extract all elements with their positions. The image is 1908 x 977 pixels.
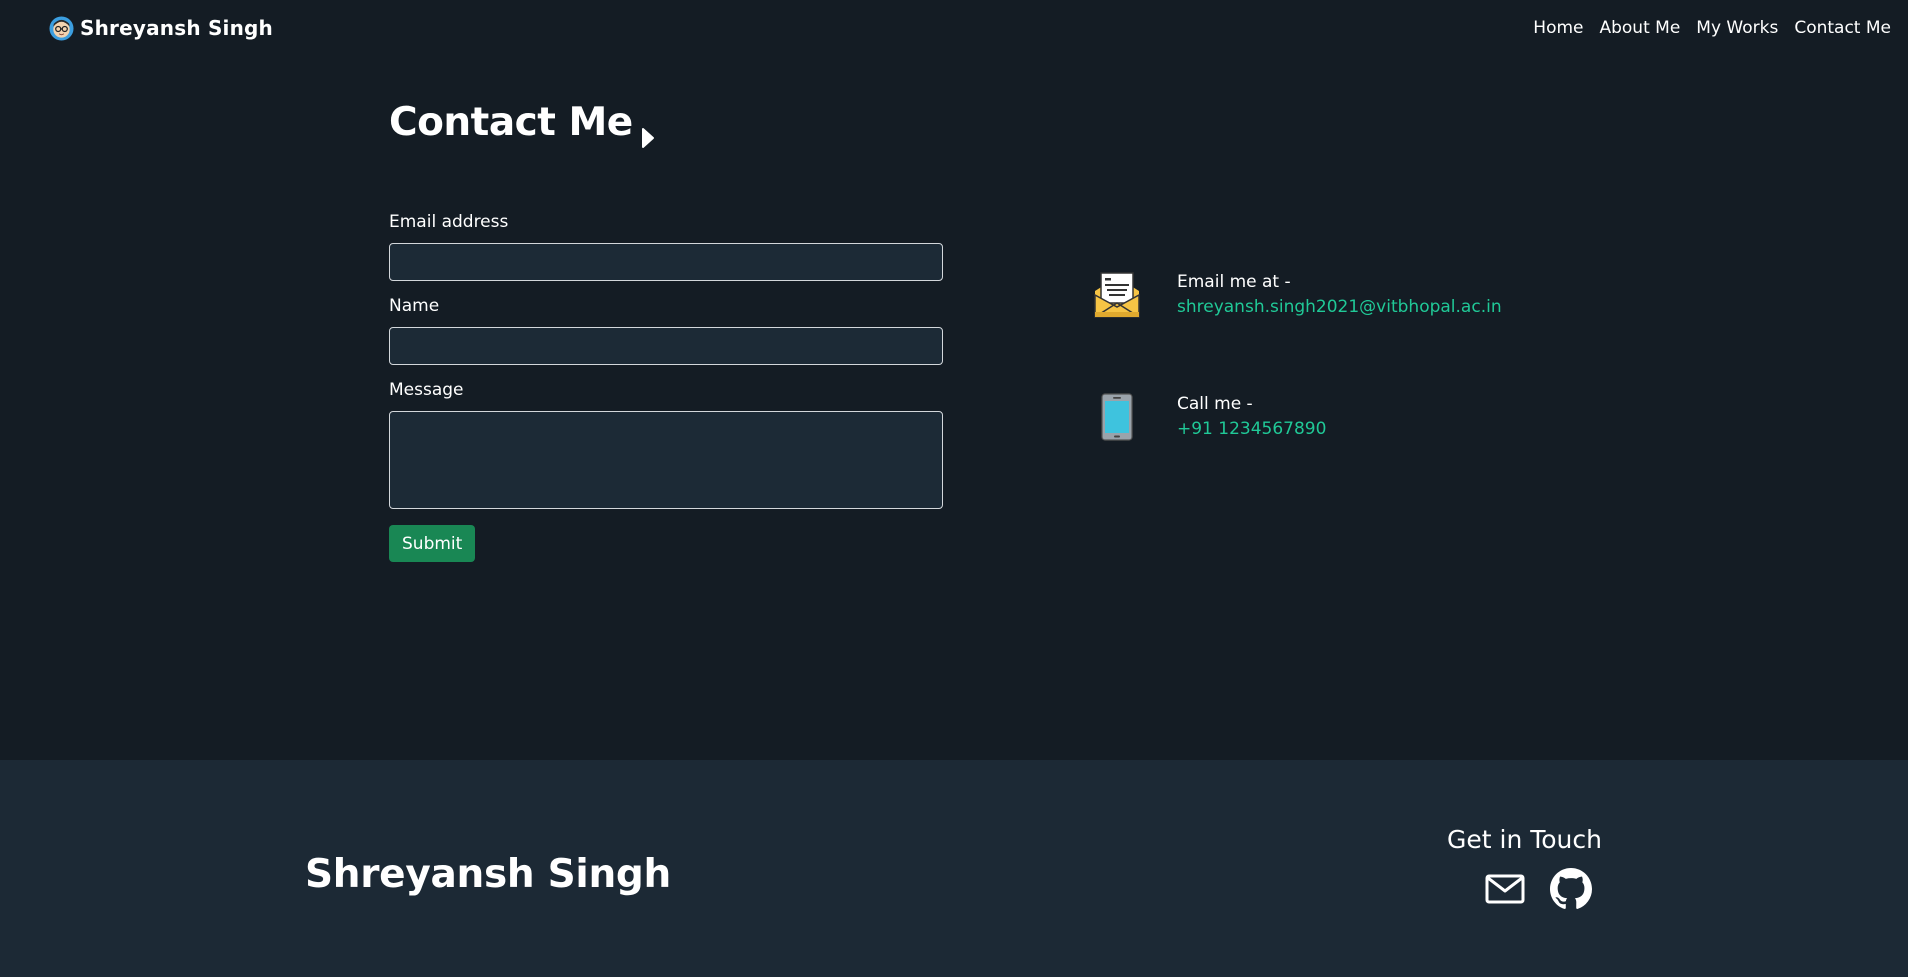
page-title-text: Contact Me xyxy=(389,100,633,145)
avatar-icon xyxy=(49,15,74,41)
nav-link-my-works[interactable]: My Works xyxy=(1696,18,1778,38)
mail-icon[interactable] xyxy=(1484,868,1526,910)
message-field[interactable] xyxy=(389,411,943,509)
phone-info: Call me - +91 1234567890 xyxy=(1093,392,1326,442)
page-title: Contact Me xyxy=(389,100,655,148)
nav-link-about-me[interactable]: About Me xyxy=(1599,18,1680,38)
brand-name: Shreyansh Singh xyxy=(80,16,273,40)
nav-links: Home About Me My Works Contact Me xyxy=(1533,18,1891,38)
get-in-touch-heading: Get in Touch xyxy=(1447,825,1602,854)
email-info: Email me at - shreyansh.singh2021@vitbho… xyxy=(1093,270,1502,320)
nav-link-contact-me[interactable]: Contact Me xyxy=(1794,18,1891,38)
caret-right-icon xyxy=(641,114,655,148)
phone-link[interactable]: +91 1234567890 xyxy=(1177,417,1326,442)
email-info-label: Email me at - xyxy=(1177,272,1291,292)
email-link[interactable]: shreyansh.singh2021@vitbhopal.ac.in xyxy=(1177,295,1502,320)
github-icon[interactable] xyxy=(1550,868,1592,910)
name-field[interactable] xyxy=(389,327,943,365)
contact-form: Email address Name Message Submit xyxy=(389,212,943,562)
footer: Shreyansh Singh Get in Touch xyxy=(0,760,1908,977)
phone-info-label: Call me - xyxy=(1177,394,1253,414)
navbar: Shreyansh Singh Home About Me My Works C… xyxy=(0,0,1908,56)
envelope-letter-icon xyxy=(1093,271,1141,319)
nav-link-home[interactable]: Home xyxy=(1533,18,1583,38)
message-label: Message xyxy=(389,380,464,400)
name-label: Name xyxy=(389,296,440,316)
email-info-text: Email me at - shreyansh.singh2021@vitbho… xyxy=(1177,270,1502,320)
footer-social-links xyxy=(1484,868,1592,910)
email-field[interactable] xyxy=(389,243,943,281)
brand-link[interactable]: Shreyansh Singh xyxy=(49,15,273,41)
footer-name: Shreyansh Singh xyxy=(305,852,672,897)
email-label: Email address xyxy=(389,212,509,232)
phone-info-text: Call me - +91 1234567890 xyxy=(1177,392,1326,442)
submit-button[interactable]: Submit xyxy=(389,525,476,562)
mobile-phone-icon xyxy=(1093,393,1141,441)
